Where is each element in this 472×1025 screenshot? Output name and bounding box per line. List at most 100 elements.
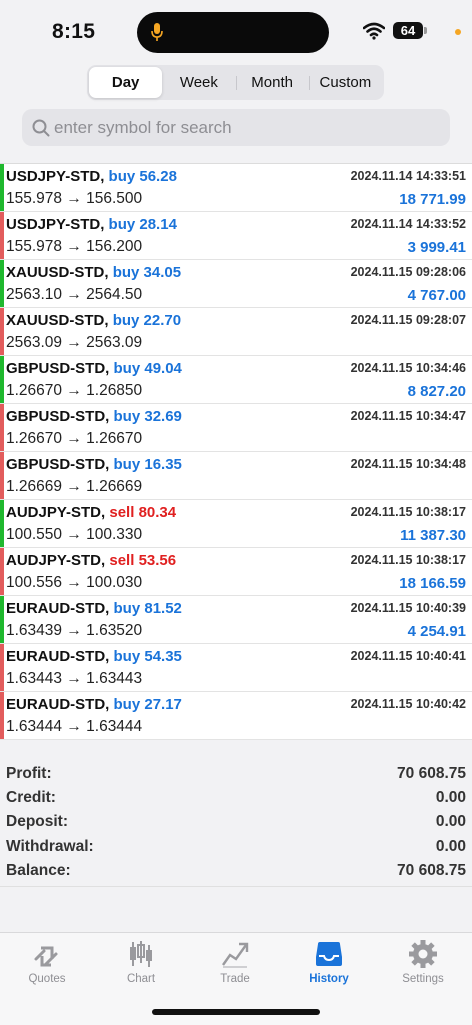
deal-volume: 32.69 (144, 408, 182, 425)
divider (0, 886, 472, 887)
history-icon (316, 942, 342, 966)
deal-profit: 18 771.99 (399, 191, 466, 208)
deal-profit: 18 166.59 (399, 575, 466, 592)
search-input[interactable] (54, 109, 434, 146)
deal-symbol-line: GBPUSD-STD, buy 49.04 (6, 360, 182, 377)
deal-result-bar (0, 548, 4, 595)
deal-datetime: 2024.11.15 10:40:42 (350, 697, 466, 711)
deal-datetime: 2024.11.15 10:40:41 (350, 649, 466, 663)
deal-symbol: XAUUSD-STD, (6, 264, 109, 281)
deal-volume: 16.35 (144, 456, 182, 473)
deal-result-bar (0, 404, 4, 451)
deal-volume: 80.34 (138, 504, 177, 521)
deal-volume: 54.35 (144, 648, 182, 665)
quotes-icon (34, 946, 58, 967)
deals-list: USDJPY-STD, buy 56.28 155.978 → 156.500 20… (0, 163, 472, 740)
deal-row[interactable]: EURAUD-STD, buy 81.52 1.63439 → 1.63520 20… (0, 596, 472, 644)
deal-symbol-line: XAUUSD-STD, buy 34.05 (6, 264, 181, 281)
deal-datetime: 2024.11.15 10:40:39 (350, 601, 466, 615)
deal-symbol: EURAUD-STD, (6, 648, 110, 665)
summary-label: Credit: (6, 789, 56, 807)
deal-profit: 4 254.91 (407, 623, 466, 640)
deal-symbol: EURAUD-STD, (6, 696, 110, 713)
deal-prices: 1.26670 → 1.26670 (6, 430, 143, 447)
deal-datetime: 2024.11.15 09:28:07 (350, 313, 466, 327)
deal-result-bar (0, 356, 4, 403)
deal-symbol-line: AUDJPY-STD, sell 80.34 (6, 504, 176, 521)
deal-result-bar (0, 212, 4, 259)
tabbar-label: History (309, 973, 349, 985)
tabbar-chart[interactable]: Chart (94, 939, 188, 985)
deal-row[interactable]: GBPUSD-STD, buy 16.35 1.26669 → 1.26669 20… (0, 452, 472, 500)
deal-symbol: XAUUSD-STD, (6, 312, 109, 329)
deal-direction: buy (113, 600, 141, 617)
deal-volume: 49.04 (144, 360, 182, 377)
deal-datetime: 2024.11.15 10:34:47 (350, 409, 466, 423)
deal-direction: sell (109, 504, 135, 521)
deal-datetime: 2024.11.15 09:28:06 (350, 265, 466, 279)
deal-datetime: 2024.11.14 14:33:51 (350, 169, 466, 183)
deal-volume: 22.70 (143, 312, 182, 329)
deal-row[interactable]: XAUUSD-STD, buy 22.70 2563.09 → 2563.09 20… (0, 308, 472, 356)
deal-symbol-line: USDJPY-STD, buy 56.28 (6, 168, 177, 185)
chart-icon (130, 941, 152, 967)
tab-month[interactable]: Month (235, 67, 309, 98)
status-time: 8:15 (52, 20, 96, 43)
deal-row[interactable]: USDJPY-STD, buy 56.28 155.978 → 156.500 20… (0, 164, 472, 212)
dynamic-island (137, 12, 329, 53)
deal-symbol: GBPUSD-STD, (6, 456, 110, 473)
deal-row[interactable]: AUDJPY-STD, sell 53.56 100.556 → 100.030 2… (0, 548, 472, 596)
deal-volume: 27.17 (144, 696, 182, 713)
deal-row[interactable]: GBPUSD-STD, buy 49.04 1.26670 → 1.26850 20… (0, 356, 472, 404)
deal-result-bar (0, 452, 4, 499)
deal-symbol: USDJPY-STD, (6, 216, 105, 233)
wifi-icon (363, 22, 385, 40)
deal-datetime: 2024.11.15 10:34:48 (350, 457, 466, 471)
deal-prices: 155.978 → 156.500 (6, 190, 143, 207)
summary-value: 0.00 (435, 813, 466, 831)
tab-custom[interactable]: Custom (308, 67, 382, 98)
deal-result-bar (0, 692, 4, 739)
deal-result-bar (0, 500, 4, 547)
deal-row[interactable]: XAUUSD-STD, buy 34.05 2563.10 → 2564.50 20… (0, 260, 472, 308)
deal-datetime: 2024.11.15 10:38:17 (350, 505, 466, 519)
deal-volume: 81.52 (144, 600, 182, 617)
deal-direction: buy (108, 168, 136, 185)
deal-symbol-line: XAUUSD-STD, buy 22.70 (6, 312, 181, 329)
tabbar-quotes[interactable]: Quotes (0, 939, 94, 985)
summary-value: 70 608.75 (397, 765, 466, 782)
tab-day[interactable]: Day (89, 67, 163, 98)
tabbar-label: Trade (220, 973, 250, 985)
deal-symbol-line: GBPUSD-STD, buy 32.69 (6, 408, 182, 425)
deal-row[interactable]: GBPUSD-STD, buy 32.69 1.26670 → 1.26670 20… (0, 404, 472, 452)
privacy-indicator-dot (455, 29, 461, 35)
deal-volume: 53.56 (138, 552, 177, 569)
deal-row[interactable]: EURAUD-STD, buy 54.35 1.63443 → 1.63443 20… (0, 644, 472, 692)
deal-prices: 155.978 → 156.200 (6, 238, 143, 255)
deal-row[interactable]: EURAUD-STD, buy 27.17 1.63444 → 1.63444 20… (0, 692, 472, 740)
deal-profit: 11 387.30 (400, 527, 466, 544)
deal-symbol-line: EURAUD-STD, buy 54.35 (6, 648, 182, 665)
deal-direction: sell (109, 552, 135, 569)
deal-result-bar (0, 164, 4, 211)
summary-value: 70 608.75 (397, 861, 466, 879)
summary-row: Credit: 0.00 (0, 786, 472, 810)
deal-prices: 1.26669 → 1.26669 (6, 478, 143, 495)
deal-row[interactable]: AUDJPY-STD, sell 80.34 100.550 → 100.330 2… (0, 500, 472, 548)
deal-volume: 56.28 (139, 168, 177, 185)
tab-week[interactable]: Week (162, 67, 235, 98)
search-bar[interactable] (22, 109, 450, 146)
battery-icon: 64 (393, 22, 423, 39)
tabbar-history[interactable]: History (282, 939, 376, 985)
deal-row[interactable]: USDJPY-STD, buy 28.14 155.978 → 156.200 20… (0, 212, 472, 260)
deal-direction: buy (113, 648, 141, 665)
deal-symbol: AUDJPY-STD, (6, 552, 106, 569)
settings-icon (409, 940, 437, 968)
deal-profit: 8 827.20 (407, 383, 466, 400)
period-segmented-control: Day Week Month Custom (87, 65, 384, 100)
tabbar-settings[interactable]: Settings (376, 939, 470, 985)
tabbar-trade[interactable]: Trade (188, 939, 282, 985)
deal-symbol: EURAUD-STD, (6, 600, 110, 617)
deal-symbol-line: USDJPY-STD, buy 28.14 (6, 216, 177, 233)
deal-prices: 1.63439 → 1.63520 (6, 622, 143, 639)
